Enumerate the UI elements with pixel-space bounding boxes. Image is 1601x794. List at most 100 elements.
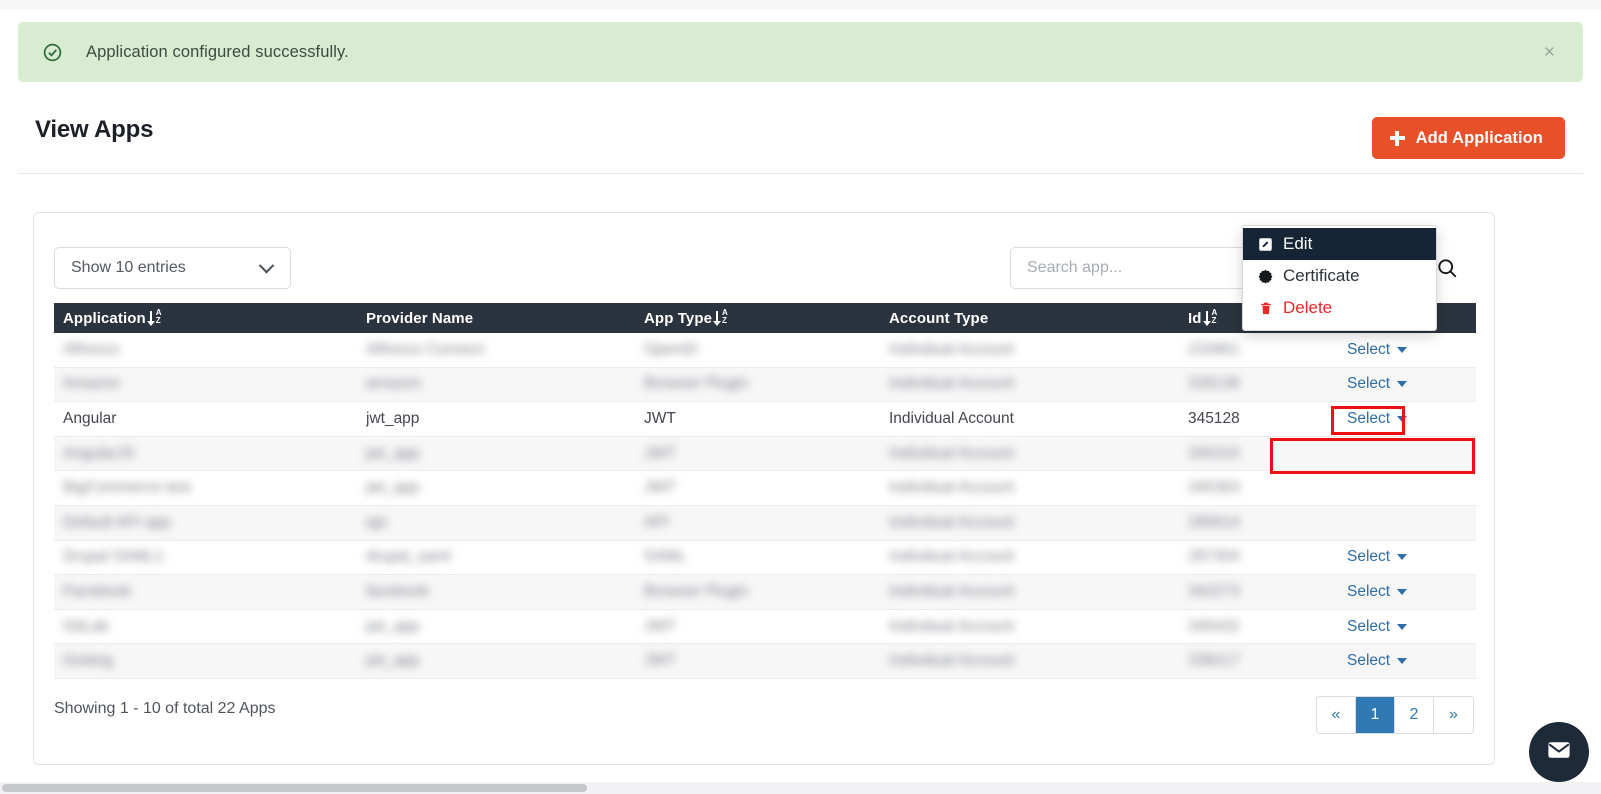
row-select-dropdown-toggle[interactable]: Select: [1347, 617, 1408, 636]
horizontal-scrollbar-thumb[interactable]: [2, 784, 587, 792]
cell-app-type: SAML: [644, 548, 687, 566]
table-row: Angular jwt_app JWT Individual Account 34512…: [54, 402, 1476, 437]
row-select-label: Select: [1347, 340, 1391, 358]
cell-provider: amazon: [366, 375, 422, 393]
dropdown-item-edit[interactable]: Edit: [1243, 228, 1436, 260]
cell-id: 338217: [1188, 652, 1240, 670]
chat-widget-button[interactable]: [1529, 722, 1589, 782]
cell-account-type: Individual Account: [889, 548, 1014, 566]
cell-provider: Alfresco Connect: [366, 340, 485, 358]
envelope-icon: [1546, 737, 1572, 768]
column-header-provider-name: Provider Name: [366, 310, 644, 327]
caret-down-icon: [1397, 346, 1408, 353]
cell-app-type: JWT: [644, 409, 676, 427]
column-label: Account Type: [889, 309, 989, 327]
cell-application: Angular: [63, 409, 117, 427]
pagination-page-1[interactable]: 1: [1356, 697, 1395, 733]
dropdown-item-label: Delete: [1283, 298, 1333, 317]
cell-id: 345310: [1188, 444, 1240, 462]
row-select-label: Select: [1347, 652, 1391, 670]
row-select-dropdown-toggle[interactable]: Select: [1347, 582, 1408, 601]
cell-application: Alfresco: [63, 340, 119, 358]
cell-action: Select: [1338, 583, 1467, 601]
cell-app-type: Browser Plugin: [644, 582, 749, 600]
cell-application: Facebook: [63, 582, 132, 600]
cell-action: Select: [1338, 514, 1467, 532]
pagination-page-2[interactable]: 2: [1395, 697, 1434, 733]
cell-id: 345363: [1188, 479, 1240, 497]
cell-account-type: Individual Account: [889, 340, 1014, 358]
row-select-dropdown-toggle[interactable]: Select: [1347, 409, 1408, 428]
chevron-down-icon: [258, 257, 275, 273]
trash-icon: [1257, 301, 1274, 316]
sort-alpha-down-icon: AZ: [713, 308, 731, 327]
cell-application: Default API app: [63, 513, 171, 531]
sort-alpha-down-icon: AZ: [146, 308, 165, 327]
entries-per-page-label: Show 10 entries: [71, 259, 186, 276]
row-select-label: Select: [1347, 409, 1391, 427]
cell-provider: jwt_app: [366, 617, 420, 635]
cell-account-type: Individual Account: [889, 444, 1014, 462]
pencil-square-icon: [1257, 237, 1274, 252]
row-select-label: Select: [1347, 617, 1391, 635]
cell-provider: api: [366, 513, 387, 531]
caret-down-icon: [1397, 554, 1408, 561]
table-row: Alfresco Alfresco Connect OpenID Individual…: [54, 333, 1476, 368]
table-row: Golang jwt_app JWT Individual Account 338217…: [54, 644, 1476, 679]
cell-id: 328136: [1188, 375, 1240, 393]
cell-provider: jwt_app: [366, 652, 420, 670]
page-title: View Apps: [35, 116, 154, 143]
table-row: AngularJS jwt_app JWT Individual Account 345…: [54, 436, 1476, 472]
dropdown-item-delete[interactable]: Delete: [1243, 292, 1436, 324]
success-alert: Application configured successfully. ×: [18, 22, 1583, 82]
showing-entries-text: Showing 1 - 10 of total 22 Apps: [54, 700, 276, 717]
pagination: «1 2»: [1316, 696, 1474, 734]
caret-down-icon: [1397, 415, 1408, 422]
add-application-button[interactable]: Add Application: [1371, 117, 1565, 159]
cell-action: Select: [1338, 618, 1467, 636]
row-select-dropdown-toggle[interactable]: Select: [1347, 652, 1408, 670]
cell-provider: facebook: [366, 582, 429, 600]
cell-action: Select: [1338, 652, 1467, 670]
cell-application: Drupal SAML1: [63, 548, 164, 566]
pagination-prev[interactable]: «: [1317, 697, 1356, 733]
cell-id: 280614: [1188, 513, 1240, 531]
dropdown-item-label: Edit: [1283, 234, 1313, 253]
row-select-dropdown-toggle[interactable]: Select: [1347, 375, 1408, 393]
cell-application: BigCommerce test: [63, 479, 191, 497]
close-icon[interactable]: ×: [1544, 43, 1555, 62]
cell-account-type: Individual Account: [889, 375, 1014, 393]
cell-provider: jwt_app: [366, 444, 420, 462]
cell-account-type: Individual Account: [889, 617, 1014, 635]
cell-action: Select: [1338, 548, 1467, 566]
entries-per-page-select[interactable]: Show 10 entries: [54, 247, 291, 289]
cell-app-type: JWT: [644, 617, 676, 635]
cell-account-type: Individual Account: [889, 582, 1014, 600]
table-row: Default API app api API Individual Account 2…: [54, 505, 1476, 541]
table-row: BigCommerce test jwt_app JWT Individual Acc…: [54, 471, 1476, 506]
cell-app-type: Browser Plugin: [644, 375, 749, 393]
caret-down-icon: [1397, 658, 1408, 665]
caret-down-icon: [1397, 588, 1408, 595]
cell-account-type: Individual Account: [889, 409, 1014, 427]
cell-action: Select: [1338, 445, 1467, 463]
cell-application: AngularJS: [63, 444, 135, 462]
row-select-label: Select: [1347, 548, 1391, 566]
row-select-dropdown-toggle[interactable]: Select: [1347, 548, 1408, 566]
cell-app-type: API: [644, 513, 669, 531]
row-select-label: Select: [1347, 582, 1391, 600]
cell-application: GitLab: [63, 617, 109, 635]
table-body: Alfresco Alfresco Connect OpenID Individual…: [54, 333, 1476, 679]
table-row: GitLab jwt_app JWT Individual Account 345432…: [54, 609, 1476, 645]
column-header-application[interactable]: Application AZ: [54, 308, 366, 327]
alert-message: Application configured successfully.: [86, 42, 349, 61]
column-header-app-type[interactable]: App Type AZ: [644, 308, 889, 327]
dropdown-item-certificate[interactable]: Certificate: [1243, 260, 1436, 292]
row-select-dropdown-toggle[interactable]: Select: [1347, 340, 1408, 359]
apps-table: Application AZ Provider Name App Type AZ…: [54, 303, 1476, 679]
cell-application: Golang: [63, 652, 113, 670]
pagination-next[interactable]: »: [1434, 697, 1473, 733]
dropdown-item-label: Certificate: [1283, 266, 1360, 285]
horizontal-scrollbar-track[interactable]: [0, 782, 1601, 794]
table-row: Drupal SAML1 drupal_saml SAML Individual Ac…: [54, 540, 1476, 576]
